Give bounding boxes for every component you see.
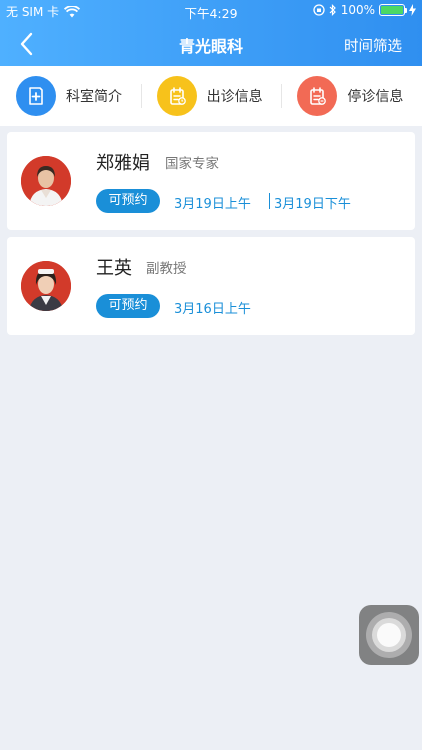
doctor-photo-icon — [21, 156, 71, 206]
battery-fill — [381, 6, 403, 14]
doctor-list: 郑雅娟 国家专家 可预约 3月19日上午 3月19日下午 王英 副教授 可预约 … — [7, 132, 415, 342]
status-right: 100% — [313, 3, 416, 17]
shortcut-bar: 科室简介 出诊信息 停诊信息 — [0, 66, 422, 126]
clinic-schedule-icon — [156, 76, 197, 116]
department-intro-icon — [16, 76, 56, 116]
time-slot[interactable]: 3月19日下午 — [274, 193, 351, 212]
shortcut-label: 停诊信息 — [347, 89, 404, 105]
time-slot[interactable]: 3月16日上午 — [174, 298, 251, 317]
doctor-card[interactable]: 王英 副教授 可预约 3月16日上午 — [7, 237, 415, 335]
doctor-title: 副教授 — [146, 261, 187, 277]
shortcut-label: 出诊信息 — [206, 89, 263, 105]
doctor-name: 王英 — [96, 258, 132, 279]
charging-icon — [409, 4, 416, 16]
doctor-title: 国家专家 — [165, 156, 219, 172]
slot-divider — [269, 193, 270, 209]
time-slot[interactable]: 3月19日上午 — [174, 193, 251, 212]
assistive-touch-button[interactable] — [359, 605, 419, 665]
status-badge: 可预约 — [96, 189, 160, 213]
nav-bar: 青光眼科 时间筛选 — [0, 22, 422, 66]
clinic-suspended-icon — [297, 76, 338, 116]
battery-percent: 100% — [340, 3, 375, 17]
assistive-ring-inner — [377, 623, 401, 647]
status-bar: 无 SIM 卡 下午4:29 100% — [0, 0, 422, 22]
orientation-lock-icon — [313, 4, 325, 16]
app-header: 无 SIM 卡 下午4:29 100% 青光眼科 时间筛选 — [0, 0, 422, 66]
shortcut-label: 科室简介 — [66, 89, 122, 105]
battery-icon — [379, 4, 407, 16]
shortcut-department-intro[interactable]: 科室简介 — [0, 76, 141, 116]
shortcut-clinic-suspended[interactable]: 停诊信息 — [281, 76, 422, 116]
doctor-card[interactable]: 郑雅娟 国家专家 可预约 3月19日上午 3月19日下午 — [7, 132, 415, 230]
bluetooth-icon — [329, 4, 336, 16]
avatar — [21, 261, 71, 311]
time-filter-button[interactable]: 时间筛选 — [344, 35, 402, 56]
status-badge: 可预约 — [96, 294, 160, 318]
doctor-name: 郑雅娟 — [96, 153, 150, 174]
doctor-photo-icon — [21, 261, 71, 311]
shortcut-clinic-schedule[interactable]: 出诊信息 — [140, 76, 282, 116]
avatar — [21, 156, 71, 206]
